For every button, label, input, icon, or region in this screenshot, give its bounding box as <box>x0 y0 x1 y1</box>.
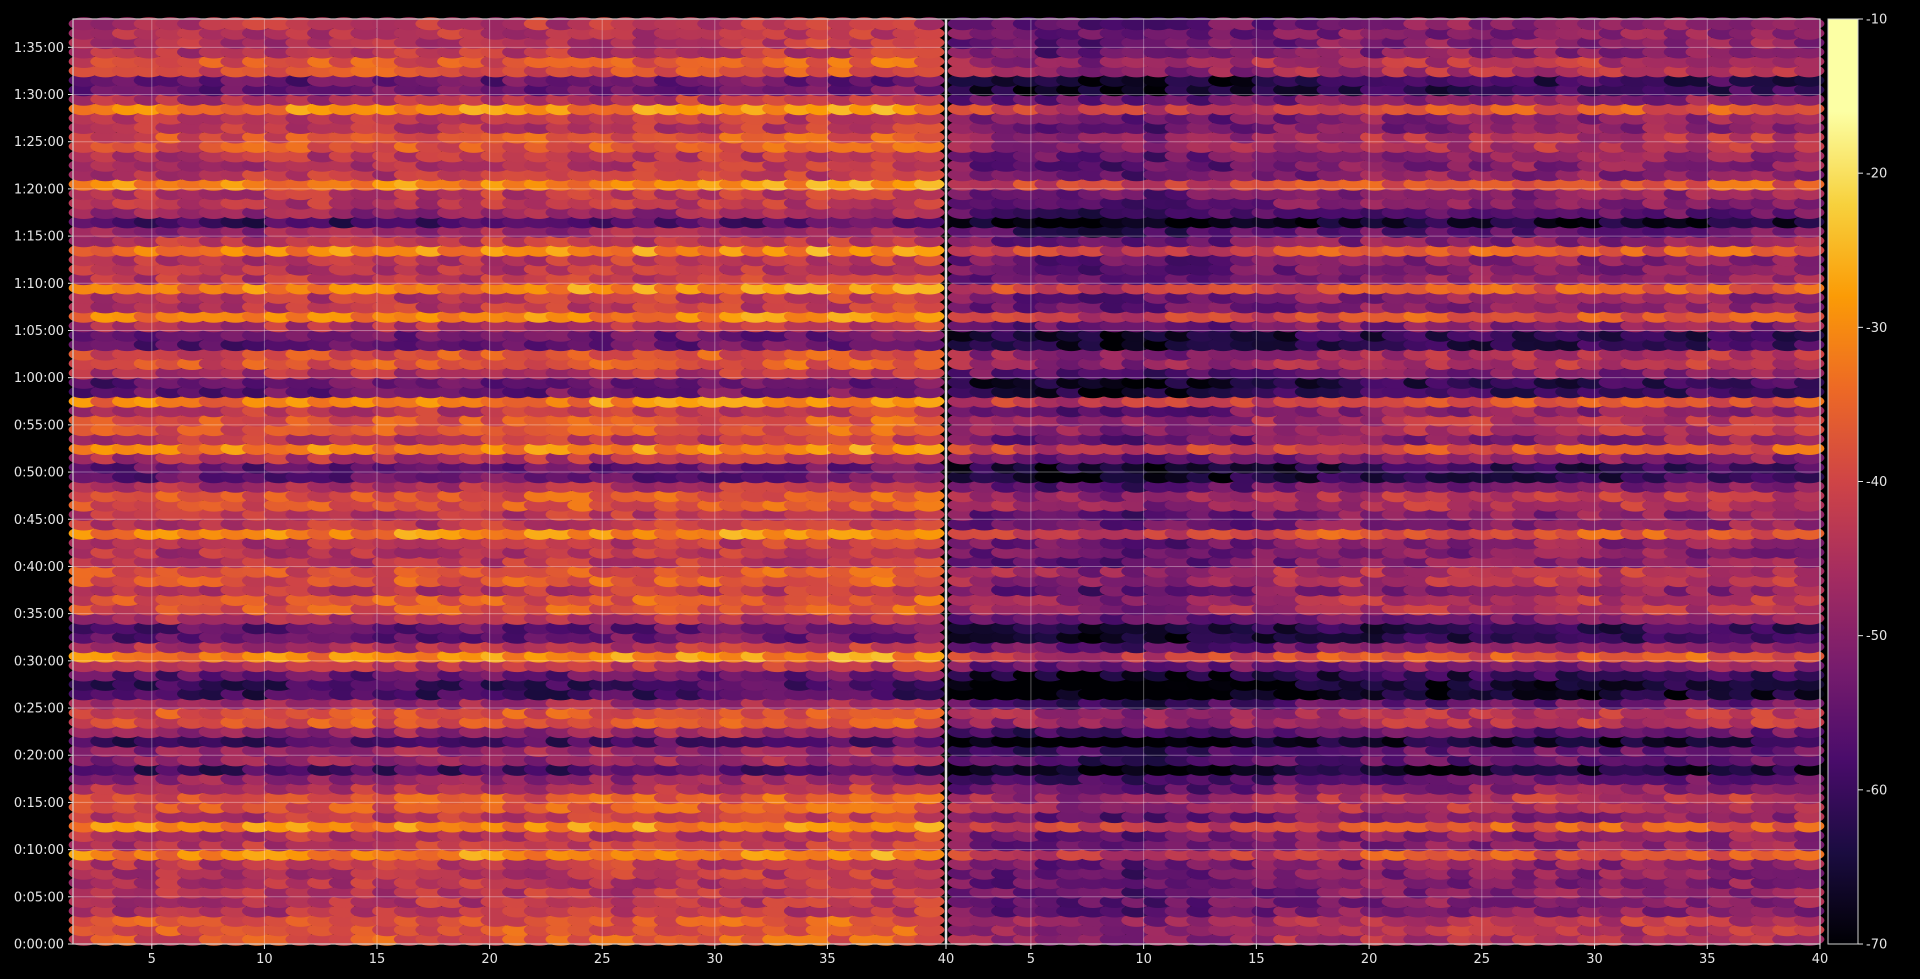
chart-root: 0:00:000:05:000:10:000:15:000:20:000:25:… <box>0 0 1920 979</box>
